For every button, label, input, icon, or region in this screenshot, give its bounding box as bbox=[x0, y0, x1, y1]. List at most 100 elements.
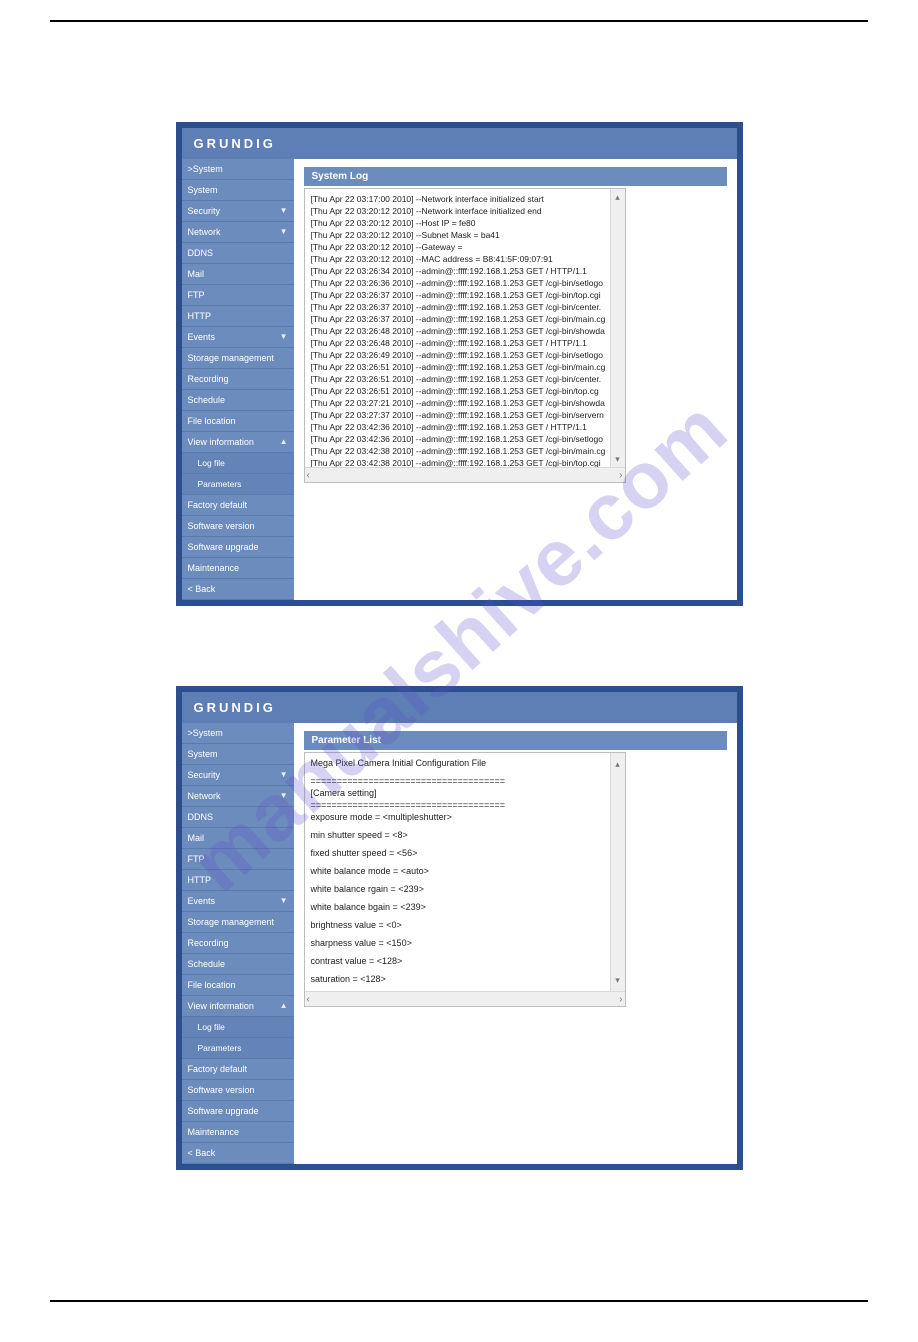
sidebar-item-label: System bbox=[188, 749, 218, 759]
sidebar-item-label: Software upgrade bbox=[188, 542, 259, 552]
sidebar-item-label: Mail bbox=[188, 269, 205, 279]
sidebar-item-swup[interactable]: Software upgrade bbox=[182, 1101, 294, 1122]
brand-bar: GRUNDIG bbox=[182, 692, 737, 723]
sidebar-item-recording[interactable]: Recording bbox=[182, 369, 294, 390]
sidebar-item-swup[interactable]: Software upgrade bbox=[182, 537, 294, 558]
sidebar-item-security[interactable]: Security▼ bbox=[182, 765, 294, 786]
sidebar-item-maint[interactable]: Maintenance bbox=[182, 1122, 294, 1143]
sidebar-item-swver[interactable]: Software version bbox=[182, 516, 294, 537]
sidebar-item-label: File location bbox=[188, 416, 236, 426]
sidebar-item-mail[interactable]: Mail bbox=[182, 264, 294, 285]
scroll-right-icon[interactable]: › bbox=[619, 994, 622, 1005]
sidebar-item-ftp[interactable]: FTP bbox=[182, 285, 294, 306]
sidebar-item-label: HTTP bbox=[188, 875, 212, 885]
horizontal-scrollbar[interactable]: ‹ › bbox=[305, 467, 625, 482]
sidebar-item-label: Network bbox=[188, 791, 221, 801]
sidebar-item-storage[interactable]: Storage management bbox=[182, 912, 294, 933]
sidebar-item-label: Parameters bbox=[198, 1043, 242, 1053]
scroll-left-icon[interactable]: ‹ bbox=[307, 470, 310, 481]
sidebar-item-label: Parameters bbox=[198, 479, 242, 489]
sidebar-item-label: Events bbox=[188, 332, 216, 342]
sidebar-item-events[interactable]: Events ▼ bbox=[182, 891, 294, 912]
sidebar-item-label: DDNS bbox=[188, 812, 214, 822]
sidebar-item-label: Maintenance bbox=[188, 1127, 240, 1137]
sidebar-item-http[interactable]: HTTP bbox=[182, 870, 294, 891]
parameter-panel: Mega Pixel Camera Initial Configuration … bbox=[304, 752, 626, 1007]
sidebar-item-label: Software upgrade bbox=[188, 1106, 259, 1116]
sidebar-item-system-header[interactable]: >System bbox=[182, 723, 294, 744]
log-text[interactable]: [Thu Apr 22 03:17:00 2010] --Network int… bbox=[305, 189, 625, 467]
sidebar-item-ddns[interactable]: DDNS bbox=[182, 807, 294, 828]
chevron-down-icon: ▼ bbox=[280, 770, 288, 779]
sidebar-item-ftp[interactable]: FTP bbox=[182, 849, 294, 870]
scroll-down-icon[interactable]: ▾ bbox=[615, 969, 620, 991]
sidebar-item-label: >System bbox=[188, 728, 223, 738]
sidebar-item-system[interactable]: System bbox=[182, 180, 294, 201]
sidebar-item-parameters[interactable]: Parameters bbox=[182, 1038, 294, 1059]
sidebar-item-label: Log file bbox=[198, 458, 225, 468]
sidebar-item-recording[interactable]: Recording bbox=[182, 933, 294, 954]
sidebar-item-label: Events bbox=[188, 896, 216, 906]
sidebar-item-network[interactable]: Network▼ bbox=[182, 786, 294, 807]
panel-title: System Log bbox=[304, 167, 727, 186]
sidebar-item-label: Network bbox=[188, 227, 221, 237]
sidebar-item-fileloc[interactable]: File location bbox=[182, 411, 294, 432]
chevron-down-icon: ▼ bbox=[280, 896, 288, 905]
sidebar-item-label: Maintenance bbox=[188, 563, 240, 573]
sidebar-item-parameters[interactable]: Parameters bbox=[182, 474, 294, 495]
sidebar-item-mail[interactable]: Mail bbox=[182, 828, 294, 849]
sidebar-item-schedule[interactable]: Schedule bbox=[182, 390, 294, 411]
sidebar-item-schedule[interactable]: Schedule bbox=[182, 954, 294, 975]
sidebar-item-system-header[interactable]: >System bbox=[182, 159, 294, 180]
scroll-right-icon[interactable]: › bbox=[619, 470, 622, 481]
sidebar-item-label: HTTP bbox=[188, 311, 212, 321]
sidebar-item-label: Mail bbox=[188, 833, 205, 843]
sidebar-item-factory[interactable]: Factory default bbox=[182, 495, 294, 516]
sidebar-item-label: View information bbox=[188, 1001, 254, 1011]
scroll-down-icon[interactable]: ▾ bbox=[615, 451, 620, 467]
scroll-up-icon[interactable]: ▴ bbox=[615, 189, 620, 205]
sidebar-item-label: Recording bbox=[188, 938, 229, 948]
sidebar-item-viewinfo[interactable]: View information▲ bbox=[182, 432, 294, 453]
sidebar-item-label: Factory default bbox=[188, 1064, 248, 1074]
sidebar-item-back[interactable]: < Back bbox=[182, 1143, 294, 1164]
sidebar-item-ddns[interactable]: DDNS bbox=[182, 243, 294, 264]
sidebar-item-label: Schedule bbox=[188, 959, 226, 969]
scroll-up-icon[interactable]: ▴ bbox=[615, 753, 620, 775]
vertical-scrollbar[interactable]: ▴ ▾ bbox=[610, 753, 625, 991]
sidebar-item-security[interactable]: Security▼ bbox=[182, 201, 294, 222]
panel-title: Parameter List bbox=[304, 731, 727, 750]
sidebar-item-label: Security bbox=[188, 206, 221, 216]
parameter-text[interactable]: Mega Pixel Camera Initial Configuration … bbox=[305, 753, 625, 991]
sidebar-item-viewinfo[interactable]: View information ▲ bbox=[182, 996, 294, 1017]
horizontal-scrollbar[interactable]: ‹ › bbox=[305, 991, 625, 1006]
sidebar-item-maint[interactable]: Maintenance bbox=[182, 558, 294, 579]
sidebar-item-swver[interactable]: Software version bbox=[182, 1080, 294, 1101]
sidebar-item-factory[interactable]: Factory default bbox=[182, 1059, 294, 1080]
vertical-scrollbar[interactable]: ▴ ▾ bbox=[610, 189, 625, 467]
sidebar-item-network[interactable]: Network ▼ bbox=[182, 222, 294, 243]
chevron-up-icon: ▲ bbox=[280, 1001, 288, 1010]
sidebar-item-storage[interactable]: Storage management bbox=[182, 348, 294, 369]
sidebar-item-label: Software version bbox=[188, 1085, 255, 1095]
sidebar-item-label: Storage management bbox=[188, 917, 275, 927]
sidebar-item-http[interactable]: HTTP bbox=[182, 306, 294, 327]
sidebar-item-label: System bbox=[188, 185, 218, 195]
sidebar-item-fileloc[interactable]: File location bbox=[182, 975, 294, 996]
sidebar-item-label: Log file bbox=[198, 1022, 225, 1032]
sidebar-item-system[interactable]: System bbox=[182, 744, 294, 765]
brand-bar: GRUNDIG bbox=[182, 128, 737, 159]
log-panel: [Thu Apr 22 03:17:00 2010] --Network int… bbox=[304, 188, 626, 483]
sidebar-item-label: >System bbox=[188, 164, 223, 174]
sidebar-item-logfile[interactable]: Log file bbox=[182, 453, 294, 474]
sidebar-item-label: FTP bbox=[188, 290, 205, 300]
sidebar-item-back[interactable]: < Back bbox=[182, 579, 294, 600]
sidebar-item-logfile[interactable]: Log file bbox=[182, 1017, 294, 1038]
chevron-down-icon: ▼ bbox=[280, 227, 288, 236]
scroll-left-icon[interactable]: ‹ bbox=[307, 994, 310, 1005]
sidebar-item-label: Software version bbox=[188, 521, 255, 531]
sidebar-item-label: Schedule bbox=[188, 395, 226, 405]
chevron-up-icon: ▲ bbox=[280, 437, 288, 446]
main-content: Parameter List Mega Pixel Camera Initial… bbox=[294, 723, 737, 1164]
sidebar-item-events[interactable]: Events▼ bbox=[182, 327, 294, 348]
